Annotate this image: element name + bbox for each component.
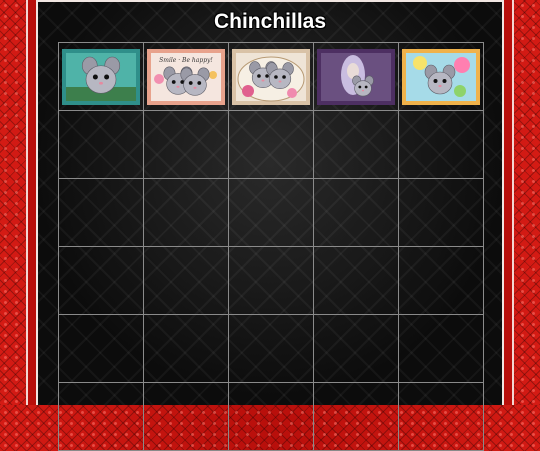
gallery-cell-empty xyxy=(313,314,399,383)
gallery-row xyxy=(58,246,484,315)
gallery-row xyxy=(58,314,484,383)
gallery-cell-empty xyxy=(143,382,229,451)
gallery-cell-empty xyxy=(398,382,484,451)
gallery-cell-empty xyxy=(143,314,229,383)
thumb-chinchillas-roses-image xyxy=(232,48,310,105)
thumbnail-caption: Smile · Be happy! xyxy=(159,57,213,64)
gallery-cell xyxy=(313,42,399,111)
gallery-cell-empty xyxy=(398,246,484,315)
thumb-chinchillas-smile-be-happy-image: Smile · Be happy! xyxy=(147,48,225,105)
thumb-woman-with-chinchilla[interactable] xyxy=(317,48,395,105)
gallery-table: Smile · Be happy! xyxy=(58,42,484,451)
gallery-cell-empty xyxy=(58,110,144,179)
gallery-cell-empty xyxy=(143,246,229,315)
thumb-chinchilla-rainbow[interactable] xyxy=(402,48,480,105)
gallery-row xyxy=(58,110,484,179)
gallery-cell-empty xyxy=(143,110,229,179)
thumb-woman-with-chinchilla-image xyxy=(317,48,395,105)
thumb-chinchilla-teal-image xyxy=(62,48,140,105)
gallery-cell xyxy=(228,42,314,111)
gallery-cell-empty xyxy=(313,246,399,315)
gallery-cell-empty xyxy=(313,382,399,451)
gallery-cell-empty xyxy=(313,178,399,247)
gallery-cell-empty xyxy=(398,178,484,247)
page-title: Chinchillas xyxy=(213,10,327,33)
gallery-cell-empty xyxy=(228,110,314,179)
gallery-row xyxy=(58,382,484,451)
gallery-cell-empty xyxy=(58,178,144,247)
gallery-cell-empty xyxy=(58,382,144,451)
gallery-row xyxy=(58,178,484,247)
gallery-cell xyxy=(58,42,144,111)
thumb-chinchilla-teal[interactable] xyxy=(62,48,140,105)
gallery-cell-empty xyxy=(228,246,314,315)
gallery-cell-empty xyxy=(58,246,144,315)
gallery-cell-empty xyxy=(228,382,314,451)
thumb-chinchillas-smile-be-happy[interactable]: Smile · Be happy! xyxy=(147,48,225,105)
gallery-cell xyxy=(398,42,484,111)
gallery-cell-empty xyxy=(398,110,484,179)
gallery-cell-empty xyxy=(143,178,229,247)
gallery-row: Smile · Be happy! xyxy=(58,42,484,111)
gallery-cell-empty xyxy=(228,314,314,383)
gallery-cell-empty xyxy=(398,314,484,383)
gallery-cell: Smile · Be happy! xyxy=(143,42,229,111)
gallery-cell-empty xyxy=(313,110,399,179)
thumb-chinchilla-rainbow-image xyxy=(402,48,480,105)
gallery-cell-empty xyxy=(228,178,314,247)
gallery-cell-empty xyxy=(58,314,144,383)
thumb-chinchillas-roses[interactable] xyxy=(232,48,310,105)
